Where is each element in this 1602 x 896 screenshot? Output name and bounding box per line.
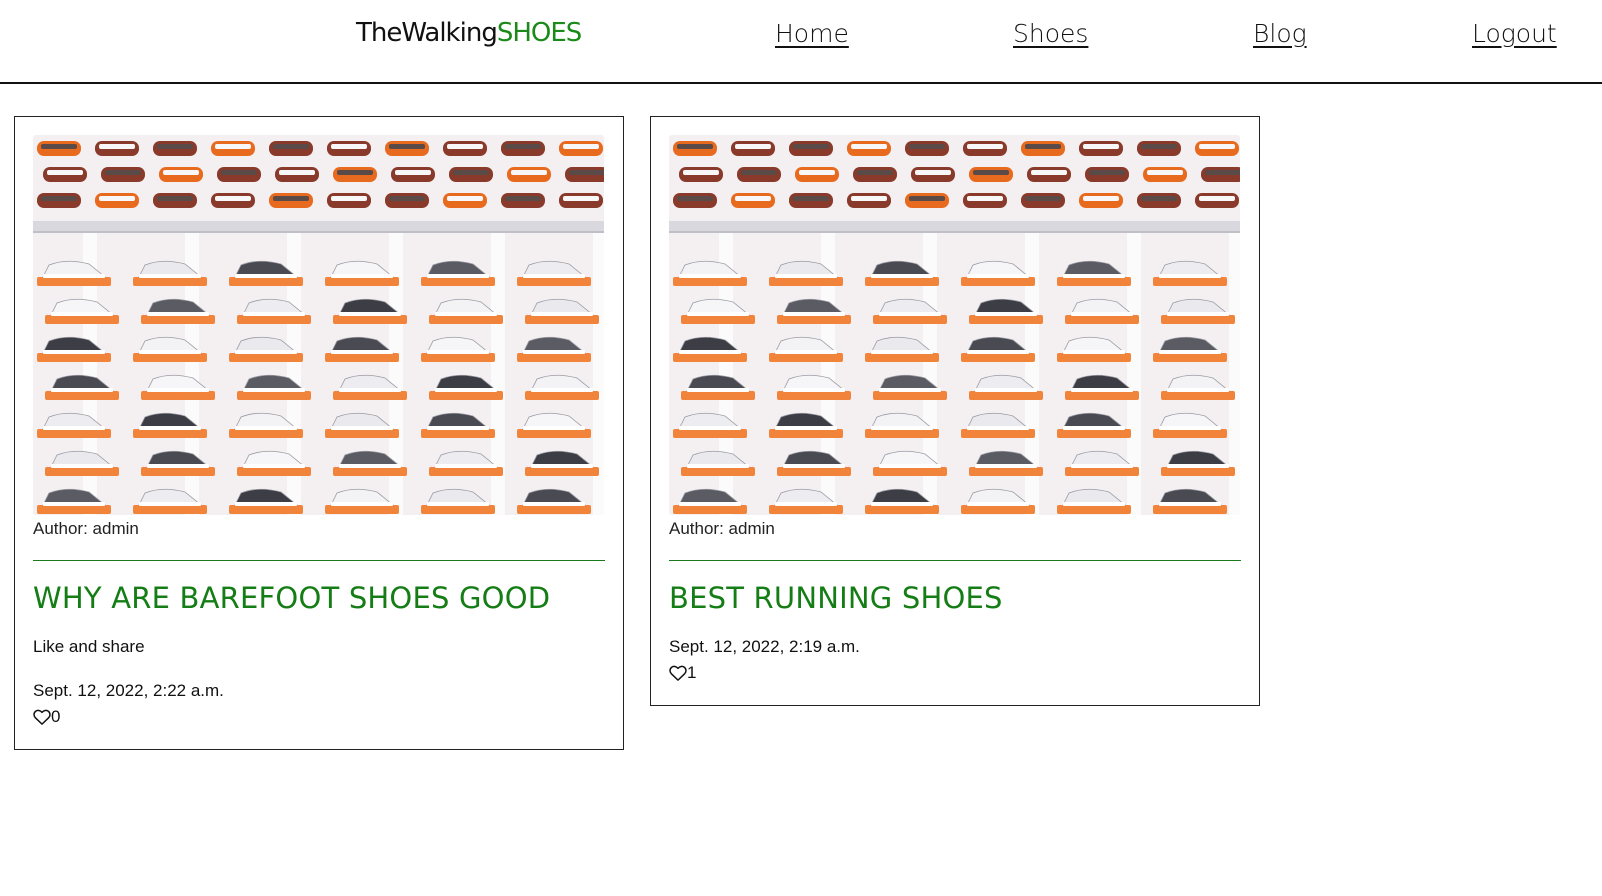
post-excerpt: Like and share	[33, 637, 145, 656]
post-author: Author: admin	[669, 519, 775, 538]
like-count: 1	[687, 663, 697, 682]
post-title[interactable]: BEST RUNNING SHOES	[669, 581, 1241, 615]
post-author: Author: admin	[33, 519, 139, 538]
nav-link-shoes[interactable]: Shoes	[1013, 19, 1088, 48]
post-date: Sept. 12, 2022, 2:22 a.m.	[33, 681, 224, 700]
nav-link-logout[interactable]: Logout	[1472, 19, 1557, 48]
post-title[interactable]: WHY ARE BAREFOOT SHOES GOOD	[33, 581, 605, 615]
divider	[33, 560, 605, 561]
blog-post-card[interactable]: Author: admin WHY ARE BAREFOOT SHOES GOO…	[14, 116, 624, 750]
nav-link-blog[interactable]: Blog	[1253, 19, 1307, 48]
brand-name-prefix: TheWalking	[356, 18, 498, 48]
shoe-wall-image	[669, 135, 1240, 515]
brand-logo[interactable]: TheWalkingSHOES	[356, 18, 582, 48]
site-header: TheWalkingSHOES Home Shoes Blog Logout	[0, 0, 1602, 84]
post-image[interactable]	[33, 135, 604, 515]
heart-outline-icon	[669, 665, 687, 681]
like-count: 0	[51, 707, 61, 726]
post-date: Sept. 12, 2022, 2:19 a.m.	[669, 637, 860, 656]
nav-link-home[interactable]: Home	[775, 19, 849, 48]
divider	[669, 560, 1241, 561]
post-image[interactable]	[669, 135, 1240, 515]
like-button[interactable]: 1	[669, 663, 1241, 683]
blog-post-card[interactable]: Author: admin BEST RUNNING SHOES Sept. 1…	[650, 116, 1260, 706]
heart-outline-icon	[33, 709, 51, 725]
shoe-wall-image	[33, 135, 604, 515]
like-button[interactable]: 0	[33, 707, 605, 727]
brand-name-accent: SHOES	[496, 18, 582, 48]
